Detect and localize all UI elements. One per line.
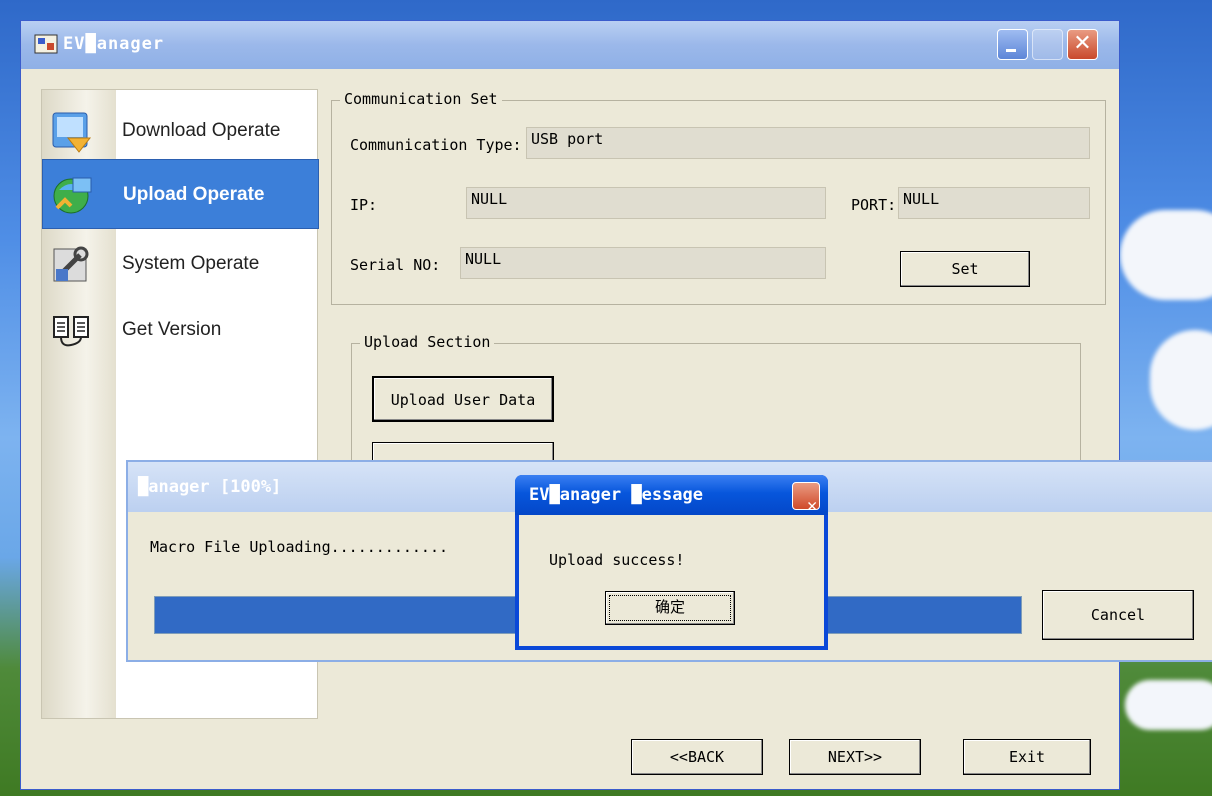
message-close-button[interactable]: ✕ xyxy=(792,482,820,516)
close-icon: ✕ xyxy=(1073,31,1092,56)
app-icon xyxy=(34,34,58,54)
sidebar-item-version[interactable]: Get Version xyxy=(42,295,319,365)
exit-button[interactable]: Exit xyxy=(963,739,1091,775)
communication-set-group: Communication Set Communication Type: US… xyxy=(331,90,1106,305)
sidebar-item-label: Upload Operate xyxy=(123,184,265,205)
desktop-cloud xyxy=(1150,330,1212,430)
maximize-button[interactable] xyxy=(1032,29,1063,60)
message-title-bar[interactable]: EV█anager █essage ✕ xyxy=(515,475,828,516)
window-title: EV█anager xyxy=(63,34,165,54)
progress-title: █anager [100%] xyxy=(138,477,282,497)
sidebar-item-label: System Operate xyxy=(122,253,260,274)
close-button[interactable]: ✕ xyxy=(1067,29,1098,60)
sidebar-item-label: Download Operate xyxy=(122,120,281,141)
next-button[interactable]: NEXT>> xyxy=(789,739,921,775)
version-icon xyxy=(53,316,89,347)
sidebar-item-label: Get Version xyxy=(122,319,222,340)
main-window: EV█anager ✕ Download Operate Upload Oper… xyxy=(20,20,1120,790)
message-text: Upload success! xyxy=(549,551,685,569)
desktop-cloud xyxy=(1125,680,1212,730)
ip-field[interactable]: NULL xyxy=(466,187,826,219)
serial-no-label: Serial NO: xyxy=(350,256,441,274)
desktop-cloud xyxy=(1120,210,1212,300)
minimize-button[interactable] xyxy=(997,29,1028,60)
sidebar-item-upload[interactable]: Upload Operate xyxy=(42,159,319,229)
tools-icon xyxy=(53,246,89,282)
sidebar-item-system[interactable]: System Operate xyxy=(42,229,319,299)
message-title: EV█anager █essage xyxy=(529,485,703,505)
communication-type-label: Communication Type: xyxy=(350,136,522,154)
message-dialog: EV█anager █essage ✕ Upload success! 确定 xyxy=(515,475,828,650)
ok-button[interactable]: 确定 xyxy=(605,591,735,625)
port-field[interactable]: NULL xyxy=(898,187,1090,219)
set-button[interactable]: Set xyxy=(900,251,1030,287)
upload-user-data-button[interactable]: Upload User Data xyxy=(372,376,554,422)
progress-status-text: Macro File Uploading............. xyxy=(150,538,449,556)
serial-no-field[interactable]: NULL xyxy=(460,247,826,279)
message-body: Upload success! 确定 xyxy=(519,515,824,646)
communication-type-field[interactable]: USB port xyxy=(526,127,1090,159)
upload-section-legend: Upload Section xyxy=(360,333,495,351)
sidebar-item-download[interactable]: Download Operate xyxy=(42,96,319,166)
communication-set-legend: Communication Set xyxy=(340,90,502,108)
port-label: PORT: xyxy=(851,196,897,214)
upload-icon xyxy=(53,177,92,214)
download-icon xyxy=(52,112,92,153)
back-button[interactable]: <<BACK xyxy=(631,739,763,775)
cancel-button[interactable]: Cancel xyxy=(1042,590,1194,640)
title-bar[interactable]: EV█anager ✕ xyxy=(21,21,1119,69)
ip-label: IP: xyxy=(350,196,378,214)
